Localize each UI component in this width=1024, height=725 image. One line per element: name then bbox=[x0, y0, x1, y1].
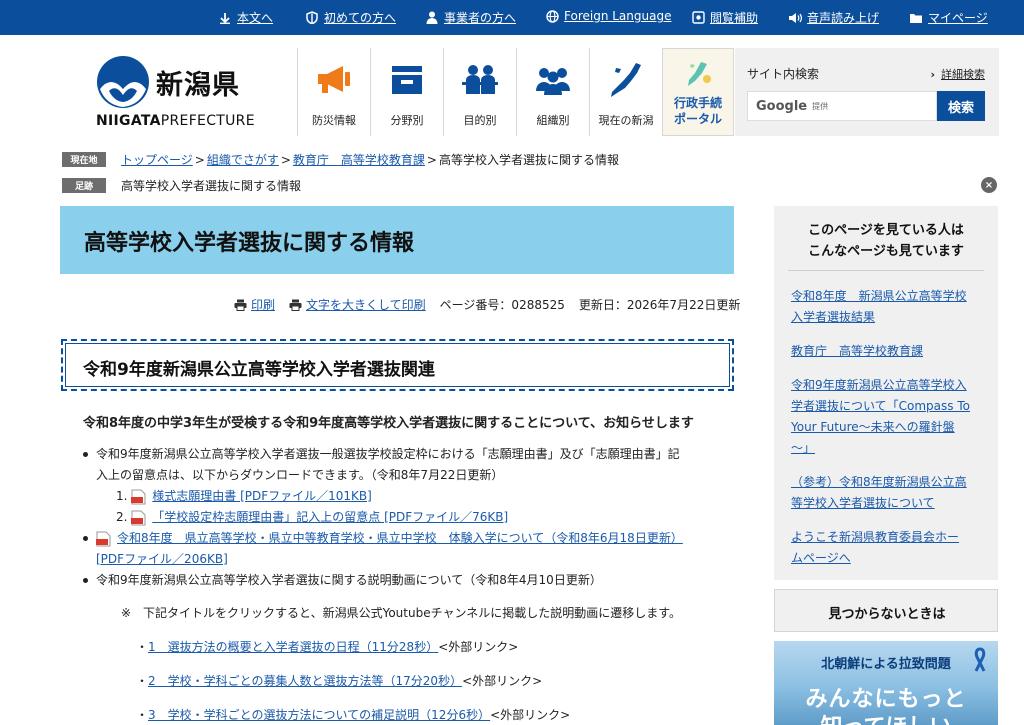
speaker-icon bbox=[788, 11, 802, 25]
related-link-1[interactable]: 令和8年度 新潟県公立高等学校 入学者選抜結果 bbox=[791, 286, 987, 328]
related-pages-heading: このページを見ている人は こんなページも見ています bbox=[808, 223, 964, 259]
breadcrumb-current: 高等学校入学者選抜に関する情報 bbox=[438, 153, 619, 167]
portal-icon bbox=[683, 61, 713, 91]
current-location-tag: 現在地 bbox=[62, 152, 106, 167]
megaphone-icon bbox=[314, 60, 354, 100]
list-item: ・2 学校・学科ごとの募集人数と選抜方法等（17分20秒）<外部リンク> bbox=[136, 674, 543, 688]
prefecture-emblem-icon bbox=[97, 56, 149, 108]
related-link-2[interactable]: 教育庁 高等学校教育課 bbox=[791, 341, 987, 362]
page-title: 高等学校入学者選抜に関する情報 bbox=[84, 231, 415, 256]
globe-icon bbox=[545, 9, 559, 23]
bullet-2-line-1: 令和8年度 県立高等学校・県立中等教育学校・県立中学校 体験入学について（令和8… bbox=[96, 528, 683, 549]
list-item: ・3 学校・学科ごとの選抜方法についての補足説明（12分6秒）<外部リンク> bbox=[136, 708, 571, 722]
bullet-1-line-1: 令和9年度新潟県公立高等学校入学者選抜一般選抜学校設定枠における「志願理由書」及… bbox=[96, 447, 680, 461]
mypage-link[interactable]: マイページ bbox=[909, 9, 988, 26]
print-large-button[interactable]: 文字を大きくして印刷 bbox=[289, 296, 426, 313]
nav-by-organization[interactable]: 組織別 bbox=[516, 48, 589, 136]
pdf-link-application-form[interactable]: 様式志願理由書 [PDFファイル／101KB] bbox=[152, 489, 372, 503]
updated-date: 更新日：2026年7月22日更新 bbox=[578, 298, 741, 312]
search-button[interactable]: 検索 bbox=[937, 91, 985, 121]
people-icon bbox=[460, 60, 500, 100]
utility-bar: 本文へ 初めての方へ 事業者の方へ Foreign Language 閲覧補助 … bbox=[0, 0, 1024, 35]
section-heading: 令和9年度新潟県公立高等学校入学者選抜関連 bbox=[83, 360, 435, 380]
breadcrumb-link-top[interactable]: トップページ bbox=[121, 151, 193, 168]
list-item: ・1 選抜方法の概要と入学者選抜の日程（11分28秒）<外部リンク> bbox=[136, 640, 519, 654]
history-trail: 足跡 高等学校入学者選抜に関する情報 bbox=[62, 177, 301, 194]
pdf-link-trial-admission[interactable]: 令和8年度 県立高等学校・県立中等教育学校・県立中学校 体験入学について（令和8… bbox=[117, 531, 683, 545]
site-search-title: サイト内検索 bbox=[747, 67, 820, 81]
list-item: 1. 様式志願理由書 [PDFファイル／101KB] bbox=[116, 489, 372, 504]
site-search: サイト内検索 詳細検索 Google 提供 検索 bbox=[735, 48, 999, 136]
breadcrumb: 現在地 トップページ > 組織でさがす > 教育庁 高等学校教育課 > 高等学校… bbox=[62, 151, 619, 168]
page-title-banner: 高等学校入学者選抜に関する情報 bbox=[60, 206, 734, 274]
admin-procedure-portal[interactable]: 行政手続 ポータル bbox=[662, 48, 734, 136]
bullet-1-line-2: 入上の留意点は、以下からダウンロードできます。（令和8年7月22日更新） bbox=[96, 468, 504, 482]
external-link-label: <外部リンク> bbox=[462, 674, 543, 688]
advanced-search-link[interactable]: 詳細検索 bbox=[930, 66, 985, 82]
related-link-5[interactable]: ようこそ新潟県教育委員会ホー ムページへ bbox=[791, 527, 987, 569]
video-note: ※ 下記タイトルをクリックすると、新潟県公式Youtubeチャンネルに掲載した説… bbox=[121, 606, 682, 620]
pdf-icon bbox=[131, 510, 146, 525]
niigata-map-icon bbox=[606, 60, 646, 100]
first-visit-link[interactable]: 初めての方へ bbox=[305, 9, 396, 26]
breadcrumb-link-division[interactable]: 教育庁 高等学校教育課 bbox=[293, 151, 425, 168]
bullet-3-text: 令和9年度新潟県公立高等学校入学者選抜に関する説明動画について（令和8年4月10… bbox=[96, 573, 602, 587]
skip-to-content-link[interactable]: 本文へ bbox=[218, 9, 273, 26]
screen-icon bbox=[691, 11, 705, 25]
divider bbox=[788, 270, 984, 271]
page-number: ページ番号：0288525 bbox=[439, 298, 565, 312]
search-input[interactable]: Google 提供 bbox=[747, 91, 937, 121]
blue-ribbon-icon bbox=[974, 647, 986, 672]
accessibility-link[interactable]: 閲覧補助 bbox=[691, 9, 758, 26]
foreign-language-link[interactable]: Foreign Language bbox=[545, 9, 671, 23]
logo-text-en: NIIGATAPREFECTURE bbox=[96, 113, 255, 129]
read-aloud-link[interactable]: 音声読み上げ bbox=[788, 9, 879, 26]
global-nav: 防災情報 分野別 目的別 組織別 現在の新潟 行政手続 ポータル bbox=[297, 48, 734, 136]
external-link-label: <外部リンク> bbox=[438, 640, 519, 654]
nav-by-purpose[interactable]: 目的別 bbox=[443, 48, 516, 136]
logo-text-jp: 新潟県 bbox=[156, 70, 240, 101]
history-item[interactable]: 高等学校入学者選抜に関する情報 bbox=[121, 177, 301, 194]
folder-icon bbox=[909, 11, 923, 25]
nav-disaster-info[interactable]: 防災情報 bbox=[297, 48, 370, 136]
business-link[interactable]: 事業者の方へ bbox=[425, 9, 516, 26]
pdf-link-notes[interactable]: 「学校設定枠志願理由書」記入上の留意点 [PDFファイル／76KB] bbox=[152, 510, 508, 524]
pdf-link-trial-admission-size[interactable]: [PDFファイル／206KB] bbox=[96, 552, 228, 566]
printer-icon bbox=[234, 299, 247, 311]
shield-icon bbox=[305, 11, 319, 25]
related-pages-panel: このページを見ている人は こんなページも見ています 令和8年度 新潟県公立高等学校… bbox=[774, 206, 998, 580]
list-item: 2. 「学校設定枠志願理由書」記入上の留意点 [PDFファイル／76KB] bbox=[116, 510, 509, 525]
group-icon bbox=[533, 60, 573, 100]
related-link-3[interactable]: 令和9年度新潟県公立高等学校入 学者選抜について「Compass To Your F… bbox=[791, 375, 987, 459]
breadcrumb-link-organization[interactable]: 組織でさがす bbox=[207, 151, 279, 168]
video-link-1[interactable]: 1 選抜方法の概要と入学者選抜の日程（11分28秒） bbox=[148, 640, 438, 654]
arrow-down-icon bbox=[218, 11, 232, 25]
bullet-dot bbox=[83, 536, 88, 541]
external-link-label: <外部リンク> bbox=[490, 708, 571, 722]
not-found-button[interactable]: 見つからないときは bbox=[774, 589, 998, 632]
pdf-icon bbox=[96, 531, 111, 546]
video-link-2[interactable]: 2 学校・学科ごとの募集人数と選抜方法等（17分20秒） bbox=[148, 674, 462, 688]
related-link-4[interactable]: （参考）令和8年度新潟県公立高 等学校入学者選抜について bbox=[791, 472, 987, 514]
bullet-dot bbox=[83, 578, 88, 583]
history-tag: 足跡 bbox=[62, 178, 106, 193]
video-link-3[interactable]: 3 学校・学科ごとの選抜方法についての補足説明（12分6秒） bbox=[148, 708, 490, 722]
niigata-logo[interactable]: 新潟県 NIIGATAPREFECTURE bbox=[96, 55, 256, 130]
person-icon bbox=[425, 11, 439, 25]
printer-icon bbox=[289, 299, 302, 311]
bullet-dot bbox=[83, 452, 88, 457]
nav-by-field[interactable]: 分野別 bbox=[370, 48, 443, 136]
inbox-icon bbox=[387, 60, 427, 100]
abduction-issue-banner[interactable]: 北朝鮮による拉致問題 みんなにもっと 知ってほしい bbox=[774, 641, 998, 725]
print-button[interactable]: 印刷 bbox=[234, 296, 275, 313]
page-tools: 印刷 文字を大きくして印刷 ページ番号：0288525 更新日：2026年7月2… bbox=[234, 296, 740, 313]
close-history-icon[interactable]: × bbox=[981, 177, 997, 193]
section-heading-box: 令和9年度新潟県公立高等学校入学者選抜関連 bbox=[61, 339, 734, 391]
pdf-icon bbox=[131, 489, 146, 504]
lead-text: 令和8年度の中学3年生が受検する令和9年度高等学校入学者選抜に関することについて… bbox=[83, 416, 694, 431]
nav-current-niigata[interactable]: 現在の新潟 bbox=[589, 48, 662, 136]
